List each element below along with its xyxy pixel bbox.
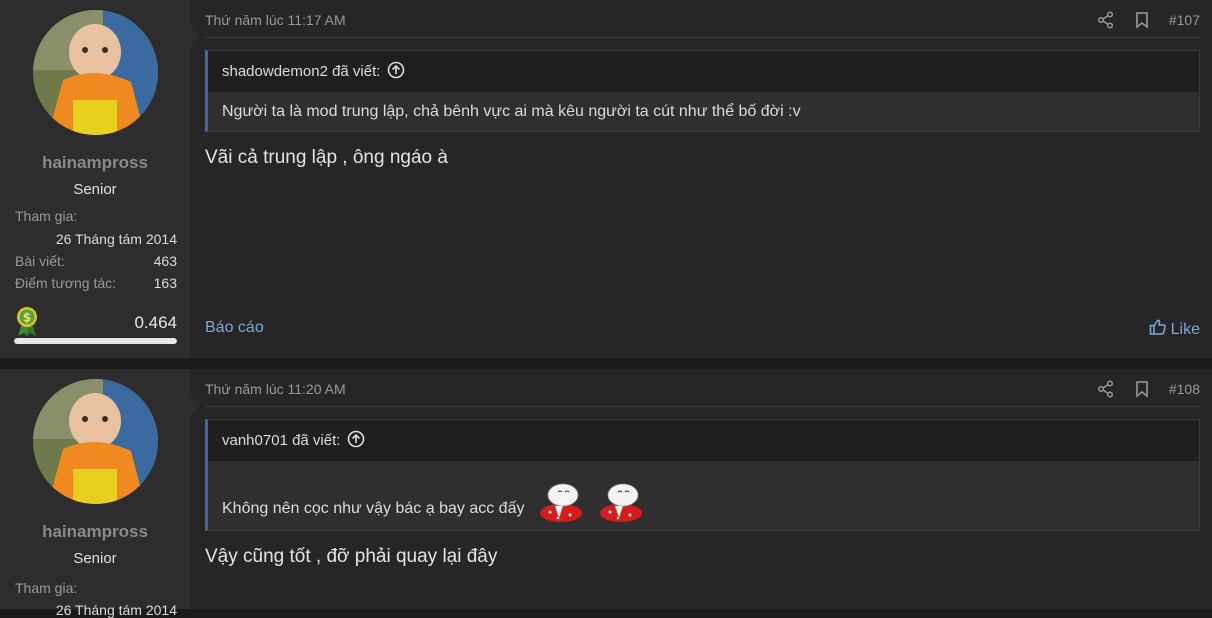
- user-rank: Senior: [73, 550, 117, 567]
- money-progress-bar: [14, 338, 177, 344]
- arrow-up-circle-icon[interactable]: [347, 430, 365, 452]
- header-divider: [205, 406, 1200, 407]
- quote-header[interactable]: vanh0701 đã viết:: [208, 420, 1199, 461]
- quote-text: Người ta là mod trung lập, chả bênh vực …: [222, 102, 801, 120]
- post-actions: #107: [1097, 11, 1200, 29]
- reactions-label: Điểm tương tác:: [15, 275, 117, 291]
- posts-label: Bài viết:: [15, 253, 65, 269]
- user-rank: Senior: [73, 181, 117, 198]
- report-link[interactable]: Báo cáo: [205, 319, 264, 337]
- money-progress-fill: [14, 338, 177, 344]
- like-label: Like: [1170, 320, 1200, 338]
- post-number[interactable]: #107: [1169, 12, 1200, 28]
- post-108: hainampross Senior Tham gia: 26 Tháng tá…: [0, 369, 1212, 618]
- post-number[interactable]: #108: [1169, 381, 1200, 397]
- like-button[interactable]: Like: [1149, 318, 1200, 341]
- money-medal-icon: $: [14, 306, 40, 336]
- join-date: 26 Tháng tám 2014: [55, 231, 177, 247]
- posts-count: 463: [153, 253, 177, 269]
- post-main: Thứ năm lúc 11:20 AM #108 vanh0701 đã vi…: [205, 369, 1200, 609]
- post-date[interactable]: Thứ năm lúc 11:17 AM: [205, 12, 346, 28]
- quote-author: vanh0701 đã viết:: [222, 432, 341, 449]
- quote-block: shadowdemon2 đã viết: Người ta là mod tr…: [205, 50, 1200, 132]
- join-date: 26 Tháng tám 2014: [55, 602, 177, 618]
- post-107: hainampross Senior Tham gia: 26 Tháng tá…: [0, 0, 1212, 358]
- share-icon[interactable]: [1097, 11, 1115, 29]
- post-separator: [0, 358, 1212, 369]
- post-date[interactable]: Thứ năm lúc 11:20 AM: [205, 381, 346, 397]
- user-info-panel: hainampross Senior Tham gia: 26 Tháng tá…: [0, 0, 200, 358]
- quote-block: vanh0701 đã viết: Không nên cọc như vậy …: [205, 419, 1200, 531]
- emoji-sticker: [538, 480, 584, 524]
- avatar[interactable]: [33, 10, 158, 135]
- quote-body: Không nên cọc như vậy bác ạ bay acc đấy: [208, 461, 1199, 530]
- quote-header[interactable]: shadowdemon2 đã viết:: [208, 51, 1199, 92]
- post-message: Vậy cũng tốt , đỡ phải quay lại đây: [205, 546, 498, 567]
- arrow-up-circle-icon[interactable]: [387, 61, 405, 83]
- avatar[interactable]: [33, 379, 158, 504]
- quote-author: shadowdemon2 đã viết:: [222, 63, 381, 80]
- emoji-sticker: [598, 480, 644, 524]
- quote-text: Không nên cọc như vậy bác ạ bay acc đấy: [222, 500, 525, 517]
- svg-text:$: $: [23, 311, 31, 325]
- post-main: Thứ năm lúc 11:17 AM #107 shadowdemon2 đ…: [205, 0, 1200, 358]
- join-label: Tham gia:: [15, 208, 78, 224]
- username[interactable]: hainampross: [0, 153, 190, 173]
- post-actions: #108: [1097, 380, 1200, 398]
- share-icon[interactable]: [1097, 380, 1115, 398]
- join-label: Tham gia:: [15, 580, 78, 596]
- post-message: Vãi cả trung lập , ông ngáo à: [205, 147, 448, 168]
- money-value: 0.464: [134, 313, 177, 332]
- bookmark-icon[interactable]: [1133, 380, 1151, 398]
- user-info-panel: hainampross Senior Tham gia: 26 Tháng tá…: [0, 369, 200, 618]
- header-divider: [205, 37, 1200, 38]
- username[interactable]: hainampross: [0, 522, 190, 542]
- reactions-count: 163: [153, 275, 177, 291]
- thumbs-up-icon: [1149, 318, 1167, 341]
- bookmark-icon[interactable]: [1133, 11, 1151, 29]
